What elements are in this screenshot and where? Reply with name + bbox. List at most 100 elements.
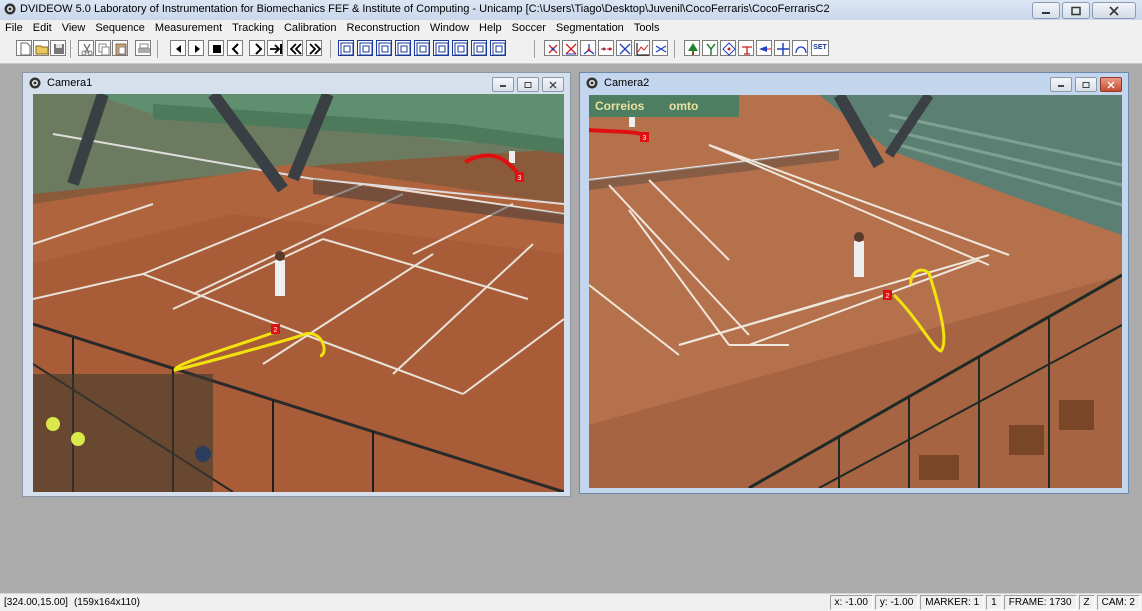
- menu-tracking[interactable]: Tracking: [227, 20, 279, 37]
- split-icon[interactable]: [702, 40, 718, 56]
- camera2-banner-left: Correios: [595, 99, 645, 113]
- status-bar: [324.00,15.00] (159x164x110) x: -1.00 y: …: [0, 593, 1142, 611]
- camera2-close-button[interactable]: [1100, 77, 1122, 92]
- app-title: DVIDEOW 5.0 Laboratory of Instrumentatio…: [20, 3, 830, 15]
- rewind-icon[interactable]: [287, 40, 303, 56]
- menu-calibration[interactable]: Calibration: [279, 20, 342, 37]
- camera1-video[interactable]: 3 2: [33, 94, 564, 492]
- camera2-titlebar: Camera2: [580, 73, 1128, 93]
- camera1-maximize-button[interactable]: [517, 77, 539, 92]
- print-icon[interactable]: [135, 40, 151, 56]
- view-4-icon[interactable]: [395, 40, 411, 56]
- menu-sequence[interactable]: Sequence: [90, 20, 150, 37]
- marker-link-icon[interactable]: [652, 40, 668, 56]
- camera1-titlebar: Camera1: [23, 73, 570, 93]
- view-7-icon[interactable]: [452, 40, 468, 56]
- minimize-button[interactable]: [1032, 2, 1060, 19]
- prev-frame-icon[interactable]: [227, 40, 243, 56]
- flag-icon[interactable]: [756, 40, 772, 56]
- view-9-icon[interactable]: [490, 40, 506, 56]
- view-8-icon[interactable]: [471, 40, 487, 56]
- app-icon: [4, 3, 16, 15]
- menu-segmentation[interactable]: Segmentation: [551, 20, 629, 37]
- cap-icon[interactable]: [738, 40, 754, 56]
- maximize-icon: [1071, 6, 1081, 15]
- camera2-marker-3: 3: [643, 135, 647, 142]
- close-icon: [1109, 5, 1119, 16]
- status-y: y: -1.00: [874, 595, 919, 610]
- menu-soccer[interactable]: Soccer: [507, 20, 551, 37]
- last-frame-icon[interactable]: [267, 40, 283, 56]
- save-icon[interactable]: [50, 40, 66, 56]
- maximize-button[interactable]: [1062, 2, 1090, 19]
- view-5-icon[interactable]: [414, 40, 430, 56]
- status-marker: MARKER: 1: [920, 595, 985, 610]
- menu-edit[interactable]: Edit: [28, 20, 57, 37]
- menu-help[interactable]: Help: [474, 20, 507, 37]
- camera-icon: [586, 77, 598, 89]
- close-button[interactable]: [1092, 2, 1136, 19]
- step-forward-icon[interactable]: [188, 40, 204, 56]
- camera2-title: Camera2: [604, 77, 650, 89]
- tree-icon[interactable]: [684, 40, 700, 56]
- stop-icon[interactable]: [208, 40, 224, 56]
- menu-bar: File Edit View Sequence Measurement Trac…: [0, 20, 1142, 37]
- menu-view[interactable]: View: [57, 20, 91, 37]
- status-cam: CAM: 2: [1096, 595, 1140, 610]
- camera1-marker-3: 3: [518, 175, 522, 182]
- menu-tools[interactable]: Tools: [629, 20, 665, 37]
- app-titlebar: DVIDEOW 5.0 Laboratory of Instrumentatio…: [0, 0, 1142, 21]
- view-2-icon[interactable]: [357, 40, 373, 56]
- status-frame: FRAME: 1730: [1003, 595, 1077, 610]
- fast-forward-icon[interactable]: [306, 40, 322, 56]
- open-folder-icon[interactable]: [33, 40, 49, 56]
- camera2-window: Camera2 Correios omto 3 2: [579, 72, 1129, 494]
- set-icon[interactable]: SET: [811, 40, 829, 56]
- camera1-minimize-button[interactable]: [492, 77, 514, 92]
- new-file-icon[interactable]: [16, 40, 32, 56]
- menu-reconstruction[interactable]: Reconstruction: [342, 20, 425, 37]
- status-x: x: -1.00: [829, 595, 873, 610]
- status-size: (159x164x110): [73, 597, 140, 608]
- camera2-minimize-button[interactable]: [1050, 77, 1072, 92]
- view-3-icon[interactable]: [376, 40, 392, 56]
- status-z: Z: [1078, 595, 1095, 610]
- cut-icon[interactable]: [78, 40, 94, 56]
- status-marker-count: 1: [986, 595, 1002, 610]
- close-icon: [1107, 81, 1115, 88]
- camera2-marker-2: 2: [886, 293, 890, 300]
- toolbar: SET: [0, 37, 1142, 64]
- camera1-title: Camera1: [47, 77, 93, 89]
- window-controls: [1032, 2, 1136, 19]
- maximize-icon: [1082, 81, 1090, 88]
- view-1-icon[interactable]: [338, 40, 354, 56]
- marker-cross-icon[interactable]: [562, 40, 578, 56]
- minimize-icon: [500, 84, 506, 87]
- camera2-video[interactable]: Correios omto 3 2: [589, 95, 1122, 488]
- minimize-icon: [1042, 11, 1050, 14]
- camera2-maximize-button[interactable]: [1075, 77, 1097, 92]
- status-coords: [324.00,15.00]: [4, 597, 68, 608]
- curve-icon[interactable]: [792, 40, 808, 56]
- menu-measurement[interactable]: Measurement: [150, 20, 227, 37]
- marker-point-icon[interactable]: [580, 40, 596, 56]
- cross-icon[interactable]: [774, 40, 790, 56]
- camera2-banner-right: omto: [669, 99, 698, 113]
- copy-icon[interactable]: [95, 40, 111, 56]
- camera1-window: Camera1 3 2: [22, 72, 571, 497]
- marker-select-icon[interactable]: [544, 40, 560, 56]
- menu-window[interactable]: Window: [425, 20, 474, 37]
- menu-file[interactable]: File: [0, 20, 28, 37]
- maximize-icon: [524, 81, 532, 88]
- marker-line-icon[interactable]: [598, 40, 614, 56]
- step-back-icon[interactable]: [170, 40, 186, 56]
- camera1-close-button[interactable]: [542, 77, 564, 92]
- marker-x-icon[interactable]: [616, 40, 632, 56]
- paste-icon[interactable]: [112, 40, 128, 56]
- next-frame-icon[interactable]: [249, 40, 265, 56]
- marker-chart-icon[interactable]: [634, 40, 650, 56]
- diamond-icon[interactable]: [720, 40, 736, 56]
- view-6-icon[interactable]: [433, 40, 449, 56]
- minimize-icon: [1058, 84, 1064, 87]
- camera1-marker-2: 2: [274, 327, 278, 334]
